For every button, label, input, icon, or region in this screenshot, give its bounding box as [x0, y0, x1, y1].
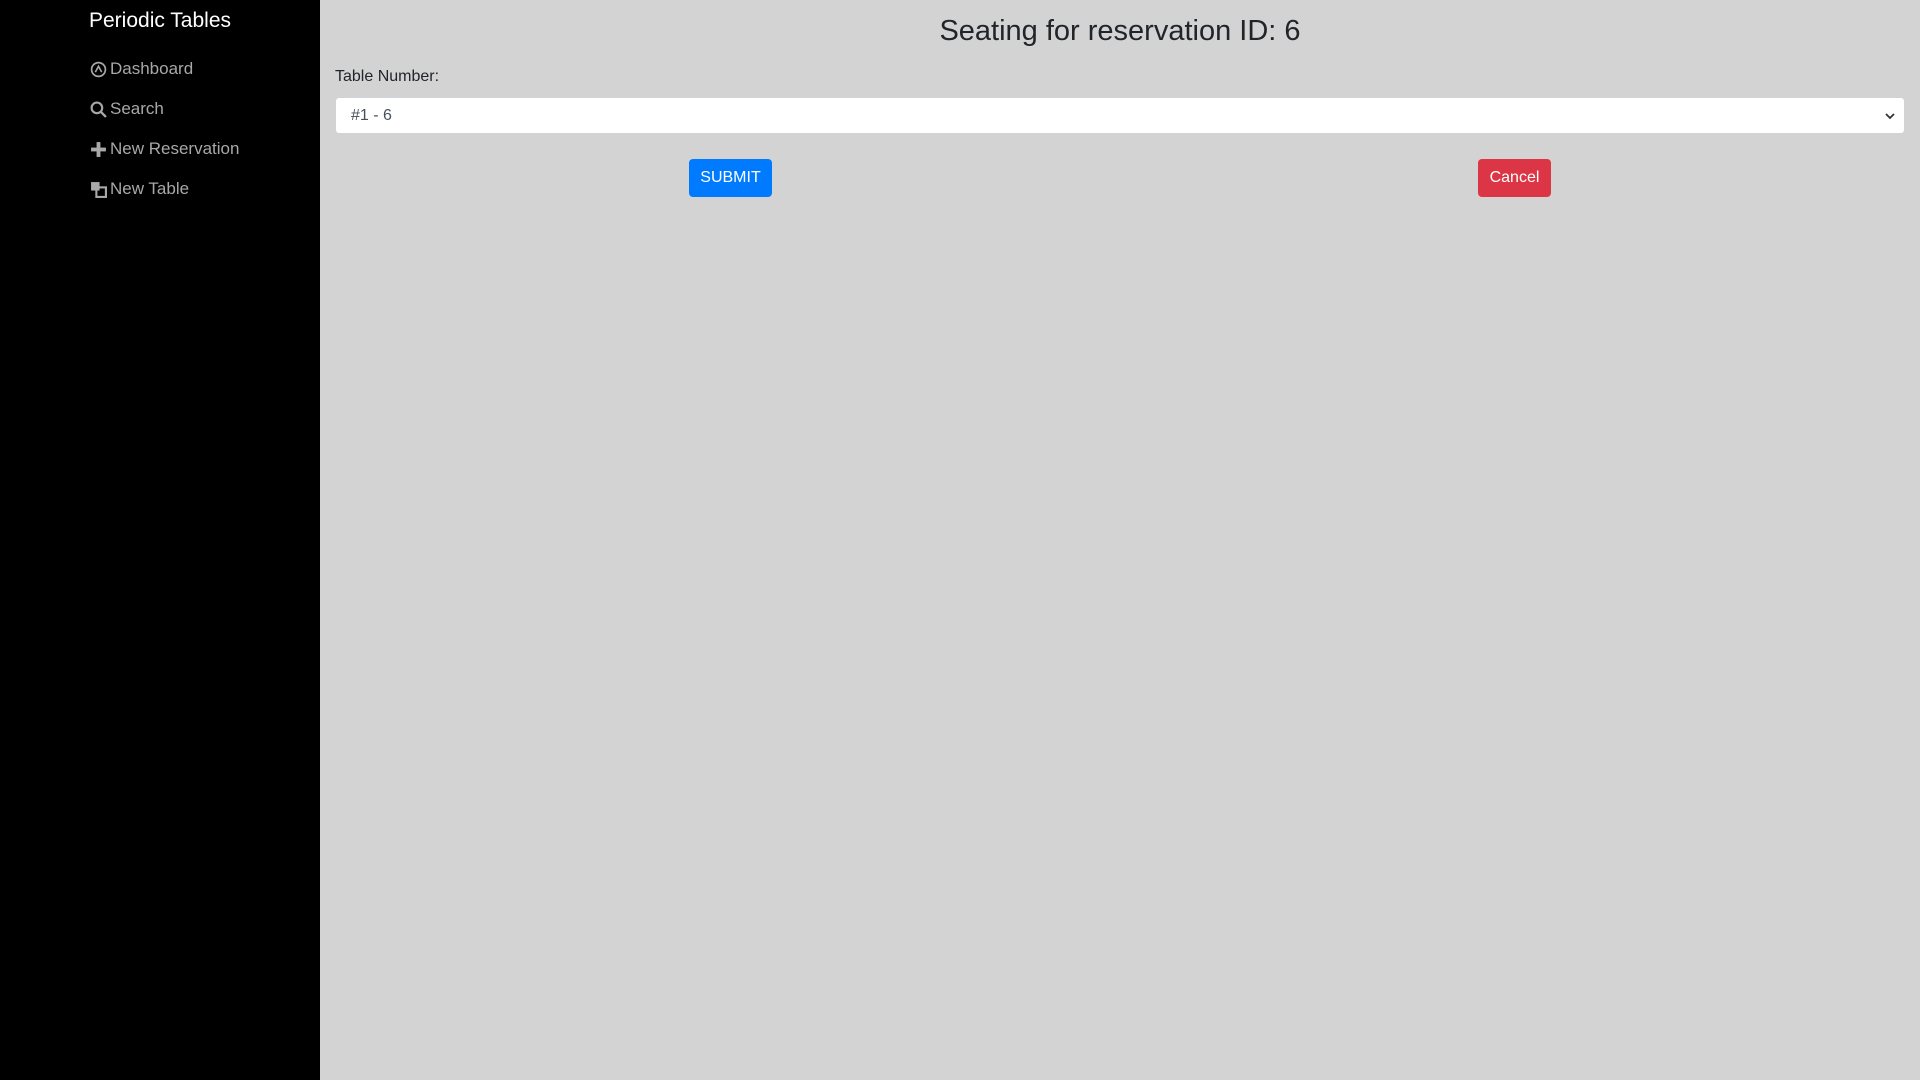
main-content: Seating for reservation ID: 6 Table Numb… [320, 0, 1920, 1080]
table-number-label: Table Number: [335, 68, 440, 85]
chevron-down-icon [1884, 109, 1896, 121]
sidebar-item-label: Dashboard [110, 59, 194, 78]
table-number-select[interactable]: #1 - 6 [335, 97, 1905, 134]
app-root: Periodic Tables Dashboard Search New Res… [0, 0, 1920, 1080]
brand-title[interactable]: Periodic Tables [0, 9, 320, 33]
sidebar-item-search[interactable]: Search [90, 89, 239, 129]
sidebar-item-dashboard[interactable]: Dashboard [90, 49, 239, 89]
search-icon [90, 101, 107, 118]
plus-icon [90, 141, 107, 158]
sidebar-item-new-table[interactable]: New Table [90, 169, 239, 209]
sidebar-item-label: New Table [110, 179, 190, 198]
select-value: #1 - 6 [351, 106, 392, 124]
sidebar: Periodic Tables Dashboard Search New Res… [0, 0, 320, 1080]
sidebar-item-label: New Reservation [110, 139, 240, 158]
sidebar-item-label: Search [110, 99, 164, 118]
cancel-button[interactable]: Cancel [1478, 159, 1551, 197]
sidebar-nav: Dashboard Search New Reservation New Tab… [90, 49, 239, 209]
layers-icon [90, 181, 107, 198]
page-title: Seating for reservation ID: 6 [939, 15, 1301, 47]
dashboard-icon [90, 61, 107, 78]
submit-button[interactable]: SUBMIT [689, 159, 772, 197]
sidebar-item-new-reservation[interactable]: New Reservation [90, 129, 239, 169]
